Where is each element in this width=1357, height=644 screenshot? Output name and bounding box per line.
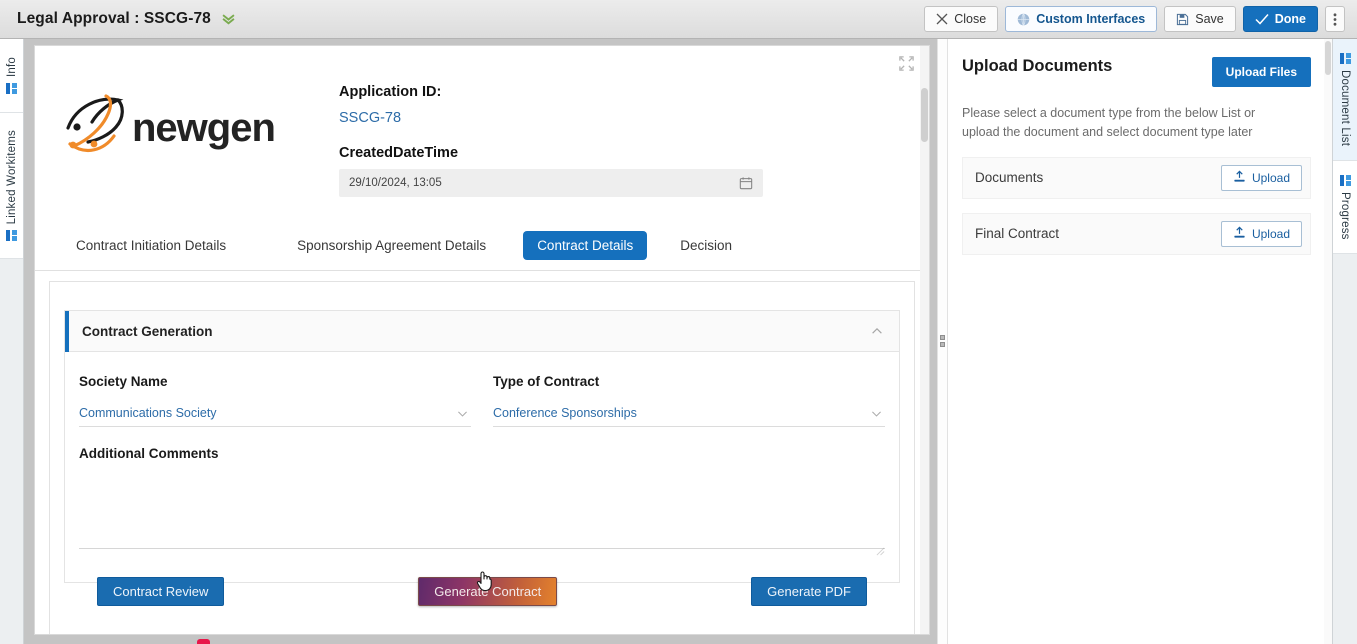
application-info: Application ID: SSCG-78 CreatedDateTime … (339, 80, 763, 197)
tab-sponsorship-agreement-details[interactable]: Sponsorship Agreement Details (283, 231, 500, 260)
close-icon (936, 13, 948, 25)
additional-comments-label: Additional Comments (79, 446, 219, 461)
type-of-contract-select[interactable]: Conference Sponsorships (493, 400, 885, 427)
upload-documents-panel: Upload Documents Upload Files Please sel… (948, 39, 1332, 644)
splitter-grip-icon (940, 335, 945, 348)
document-list-item-final-contract: Final Contract Upload (962, 212, 1311, 255)
tab-contract-details[interactable]: Contract Details (523, 231, 648, 260)
right-sidebar-rail: Document List Progress (1332, 39, 1357, 644)
document-name: Final Contract (975, 226, 1060, 242)
sidebar-item-info-label: Info (5, 57, 18, 77)
sidebar-item-info[interactable]: Info (0, 39, 23, 113)
accordion-contract-generation: Contract Generation Society Name Communi… (64, 310, 900, 606)
save-button[interactable]: Save (1164, 6, 1236, 32)
grid-icon (1339, 52, 1351, 64)
application-id-value[interactable]: SSCG-78 (339, 110, 763, 126)
right-panel-scrollbar-thumb[interactable] (1325, 41, 1331, 75)
accordion-body: Society Name Communications Society Type… (65, 352, 899, 606)
type-of-contract-value: Conference Sponsorships (493, 406, 637, 420)
right-panel-scrollbar[interactable] (1324, 39, 1332, 644)
fullscreen-expand-icon[interactable] (898, 55, 915, 72)
sidebar-item-progress-label: Progress (1339, 191, 1351, 240)
field-type-of-contract: Type of Contract Conference Sponsorships (493, 374, 885, 427)
close-button[interactable]: Close (924, 6, 999, 32)
form-vertical-scrollbar[interactable] (920, 46, 929, 634)
upload-files-button[interactable]: Upload Files (1211, 57, 1311, 87)
document-list-item-documents: Documents Upload (962, 156, 1311, 199)
society-name-label: Society Name (79, 374, 168, 389)
sidebar-item-document-list[interactable]: Document List (1333, 39, 1357, 161)
status-indicator-nub (197, 639, 210, 644)
toolbar-actions: Close Custom Interfaces Save Done (924, 6, 1357, 32)
tab-panel-contract-details: Contract Generation Society Name Communi… (49, 281, 915, 634)
field-row: Society Name Communications Society Type… (65, 374, 899, 427)
newgen-logo: newgen (62, 80, 294, 197)
check-icon (1255, 13, 1269, 26)
document-name: Documents (975, 170, 1044, 186)
upload-icon (1233, 226, 1246, 242)
sidebar-item-linked-workitems-label: Linked Workitems (5, 129, 18, 225)
form-scrollbar-thumb[interactable] (921, 88, 928, 142)
chevron-down-icon (456, 407, 471, 420)
overflow-menu-button[interactable] (1325, 6, 1345, 32)
accordion-header[interactable]: Contract Generation (65, 311, 899, 352)
upload-documents-header: Upload Documents Upload Files (962, 57, 1311, 87)
additional-comments-input[interactable] (79, 471, 885, 549)
calendar-icon[interactable] (739, 176, 753, 190)
main-content-pane: newgen Application ID: SSCG-78 CreatedDa… (25, 39, 937, 644)
sidebar-item-linked-workitems[interactable]: Linked Workitems (0, 113, 23, 259)
save-disk-icon (1176, 13, 1189, 26)
chevron-up-icon[interactable] (870, 324, 884, 338)
done-button[interactable]: Done (1242, 6, 1318, 32)
grid-icon (6, 230, 17, 242)
upload-button-label: Upload (1251, 226, 1290, 241)
save-button-label: Save (1195, 12, 1224, 26)
upload-button-documents[interactable]: Upload (1220, 164, 1302, 191)
action-button-row: Contract Review Generate Contract Genera… (65, 554, 899, 606)
svg-text:newgen: newgen (132, 106, 275, 150)
kebab-menu-icon (1333, 12, 1337, 27)
application-id-label: Application ID: (339, 84, 442, 100)
sidebar-item-progress[interactable]: Progress (1333, 161, 1357, 254)
grid-icon (6, 82, 17, 94)
tab-contract-initiation-details[interactable]: Contract Initiation Details (62, 231, 240, 260)
branding-row: newgen Application ID: SSCG-78 CreatedDa… (35, 46, 929, 197)
sidebar-item-document-list-label: Document List (1339, 69, 1351, 147)
generate-pdf-button[interactable]: Generate PDF (751, 577, 867, 606)
upload-button-label: Upload (1251, 170, 1290, 185)
done-button-label: Done (1274, 12, 1306, 26)
form-tabs: Contract Initiation Details Sponsorship … (35, 231, 929, 271)
tab-decision[interactable]: Decision (666, 231, 746, 260)
upload-documents-title: Upload Documents (962, 57, 1113, 75)
custom-interfaces-label: Custom Interfaces (1036, 12, 1146, 26)
grid-icon (1339, 174, 1351, 186)
custom-interfaces-button[interactable]: Custom Interfaces (1005, 6, 1158, 32)
upload-documents-hint: Please select a document type from the b… (962, 106, 1256, 140)
accordion-accent-bar (65, 311, 69, 352)
society-name-select[interactable]: Communications Society (79, 400, 471, 427)
form-card: newgen Application ID: SSCG-78 CreatedDa… (34, 45, 930, 635)
society-name-value: Communications Society (79, 406, 217, 420)
upload-button-final-contract[interactable]: Upload (1220, 220, 1302, 247)
created-datetime-label: CreatedDateTime (339, 145, 459, 161)
generate-contract-button[interactable]: Generate Contract (418, 577, 558, 606)
upload-icon (1233, 170, 1246, 186)
left-sidebar-rail: Info Linked Workitems (0, 39, 24, 644)
field-society-name: Society Name Communications Society (79, 374, 471, 427)
globe-icon (1017, 12, 1030, 26)
close-button-label: Close (954, 12, 987, 26)
window-title-bar: Legal Approval : SSCG-78 Close Custom In… (0, 0, 1357, 39)
chevron-double-down-icon[interactable] (221, 12, 236, 27)
contract-review-button[interactable]: Contract Review (97, 577, 225, 606)
chevron-down-icon (870, 407, 885, 420)
type-of-contract-label: Type of Contract (493, 374, 600, 389)
field-additional-comments: Additional Comments (65, 427, 899, 556)
created-datetime-value: 29/10/2024, 13:05 (349, 177, 442, 189)
created-datetime-field[interactable]: 29/10/2024, 13:05 (339, 169, 763, 197)
page-title: Legal Approval : SSCG-78 (17, 10, 211, 27)
panel-splitter-handle[interactable] (937, 39, 948, 644)
accordion-title: Contract Generation (82, 323, 213, 339)
